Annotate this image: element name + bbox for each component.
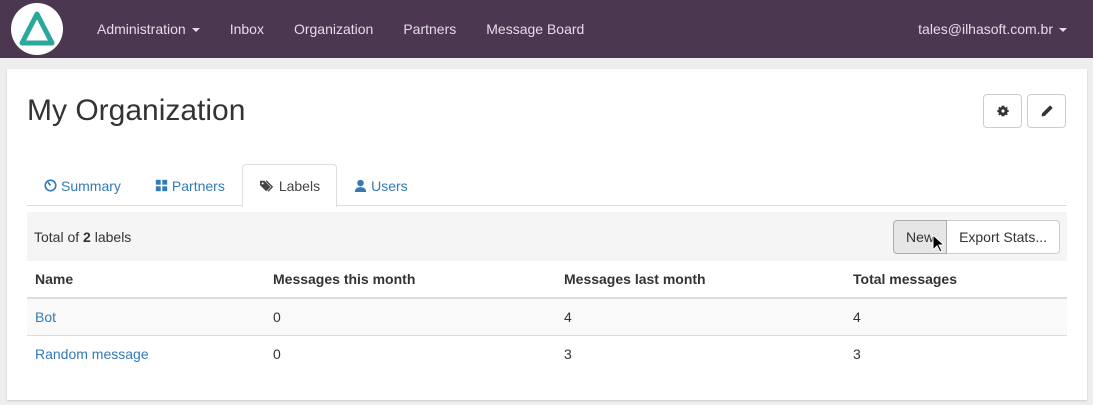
grid-icon (155, 179, 168, 192)
nav-administration[interactable]: Administration (82, 0, 215, 58)
nav-organization-label: Organization (293, 21, 374, 37)
nav-administration-label: Administration (97, 21, 186, 37)
tab-users[interactable]: Users (337, 164, 425, 206)
user-menu[interactable]: tales@ilhasoft.com.br (918, 0, 1067, 58)
nav-organization[interactable]: Organization (279, 0, 388, 58)
tags-icon (259, 180, 274, 192)
nav-message-board-label: Message Board (486, 21, 585, 37)
nav-message-board[interactable]: Message Board (471, 0, 599, 58)
table-cell: 0 (265, 297, 556, 335)
table-header-row: Name Messages this month Messages last m… (27, 261, 1067, 299)
page-title: My Organization (27, 94, 246, 127)
column-header-this-month[interactable]: Messages this month (265, 261, 556, 299)
tab-bar: Summary Partners Labels Users (27, 164, 1067, 207)
label-link[interactable]: Bot (35, 309, 56, 325)
user-email: tales@ilhasoft.com.br (918, 21, 1053, 37)
nav-inbox-label: Inbox (229, 21, 264, 37)
total-count: 2 (83, 229, 91, 245)
pencil-icon (1040, 105, 1053, 117)
total-suffix: labels (94, 229, 132, 245)
table-row: Random message 0 3 3 (27, 334, 1067, 372)
chevron-down-icon (1059, 28, 1067, 33)
toolbar-button-group: New Export Stats... (893, 220, 1060, 254)
label-link[interactable]: Random message (35, 346, 149, 362)
column-header-total[interactable]: Total messages (845, 261, 1067, 299)
nav-inbox[interactable]: Inbox (215, 0, 279, 58)
table-cell-name: Random message (27, 334, 265, 372)
user-icon (354, 179, 367, 192)
table-cell: 0 (265, 334, 556, 372)
table-cell-name: Bot (27, 297, 265, 335)
nav-partners-label: Partners (403, 21, 457, 37)
dashboard-icon (44, 179, 57, 192)
tab-partners[interactable]: Partners (138, 164, 242, 206)
table-cell: 3 (845, 334, 1067, 372)
labels-toolbar: Total of 2 labels New Export Stats... (27, 212, 1067, 261)
labels-table: Name Messages this month Messages last m… (27, 261, 1067, 372)
main-card: My Organization Summary Partners Labels … (7, 69, 1087, 400)
export-stats-button[interactable]: Export Stats... (947, 220, 1060, 254)
tab-users-label: Users (371, 177, 408, 194)
column-header-name[interactable]: Name (27, 261, 265, 299)
mouse-cursor-icon (932, 234, 946, 253)
tab-partners-label: Partners (171, 177, 225, 194)
tab-summary[interactable]: Summary (27, 164, 138, 206)
column-header-last-month[interactable]: Messages last month (556, 261, 845, 299)
app-logo[interactable] (11, 3, 63, 55)
top-navbar: Administration Inbox Organization Partne… (0, 0, 1093, 58)
total-count-text: Total of 2 labels (34, 229, 131, 245)
table-cell: 4 (556, 297, 845, 335)
table-cell: 3 (556, 334, 845, 372)
table-cell: 4 (845, 297, 1067, 335)
tab-summary-label: Summary (61, 177, 121, 194)
gear-icon (996, 105, 1009, 117)
logo-icon (19, 11, 55, 46)
chevron-down-icon (191, 28, 200, 33)
table-row: Bot 0 4 4 (27, 297, 1067, 335)
nav-partners[interactable]: Partners (388, 0, 471, 58)
tab-labels-label: Labels (278, 178, 321, 194)
settings-button[interactable] (983, 94, 1022, 128)
total-prefix: Total of (34, 229, 80, 245)
edit-button[interactable] (1027, 94, 1066, 128)
tab-labels[interactable]: Labels (241, 164, 338, 207)
